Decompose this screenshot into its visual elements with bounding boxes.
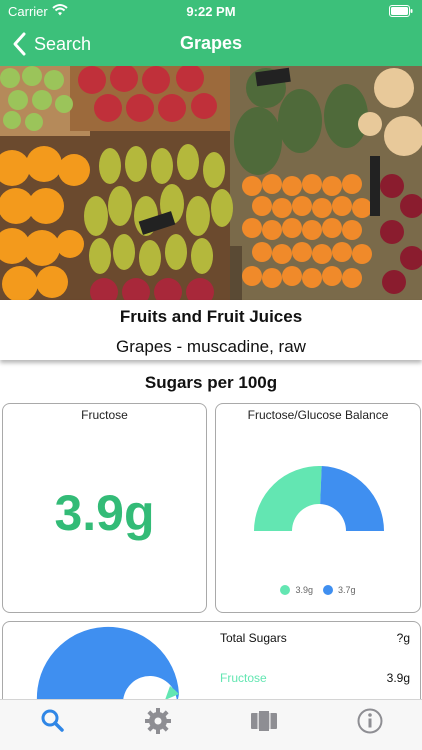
tab-settings[interactable] [143, 706, 173, 736]
legend-item-glucose: 3.7g [323, 585, 356, 595]
food-category: Fruits and Fruit Juices [119, 307, 303, 326]
fructose-card: Fructose 3.9g [2, 403, 207, 613]
search-icon [41, 709, 64, 732]
legend-dot-fructose [280, 585, 291, 595]
food-header: Fruits and Fruit Juices Grapes - muscadi… [0, 300, 422, 360]
fructose-value: 3.9g [54, 485, 155, 541]
nav-content: Search Grapes [0, 22, 422, 66]
total-sugars-value: ?g [396, 631, 410, 645]
tab-search[interactable] [38, 706, 68, 736]
total-row-fructose-label: Fructose [220, 671, 267, 685]
food-name: Grapes - muscadine, raw [116, 337, 306, 356]
legend-dot-glucose [323, 585, 333, 595]
legend-item-fructose: 3.9g [280, 585, 313, 595]
tab-info[interactable] [355, 706, 385, 736]
total-sugars-label: Total Sugars [220, 631, 287, 645]
legend-label-glucose: 3.7g [338, 585, 356, 595]
section-title: Sugars per 100g [144, 373, 278, 392]
page-title: Grapes [179, 33, 243, 53]
status-time: 9:22 PM [186, 4, 236, 19]
food-photo [0, 66, 422, 300]
info-icon [357, 708, 383, 734]
balance-slice-glucose [320, 466, 384, 531]
tab-bar [0, 699, 422, 750]
total-row-fructose-value: 3.9g [386, 671, 410, 685]
battery-icon [389, 5, 413, 17]
balance-card: Fructose/Glucose Balance 3.9g 3.7g [215, 403, 421, 613]
film-strip-icon [251, 711, 277, 731]
fructose-card-title: Fructose [81, 408, 128, 422]
balance-slice-fructose [254, 466, 322, 531]
legend-label-fructose: 3.9g [295, 585, 313, 595]
status-bar: Carrier 9:22 PM [0, 0, 422, 22]
tab-compare[interactable] [249, 706, 279, 736]
screen: Carrier 9:22 PM Search Grapes Fruits and… [0, 0, 422, 750]
navigation-bar: Carrier 9:22 PM Search Grapes [0, 0, 422, 66]
balance-legend: 3.9g 3.7g [216, 585, 420, 595]
gear-icon [145, 708, 171, 734]
balance-chart [254, 466, 384, 531]
